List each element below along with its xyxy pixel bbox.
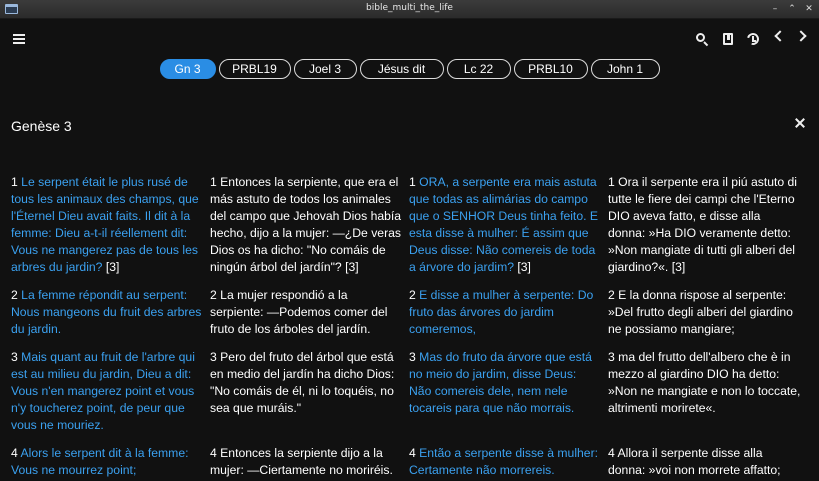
- cross-reference-link[interactable]: [3]: [672, 260, 686, 274]
- verse-grid: 1 Le serpent était le plus rusé de tous …: [11, 174, 811, 481]
- tab-lc-22[interactable]: Lc 22: [446, 59, 511, 79]
- maximize-icon[interactable]: ⌃: [788, 3, 796, 15]
- verse-number: 1: [409, 175, 416, 189]
- window-titlebar[interactable]: bible_multi_the_life – ⌃ ✕: [0, 0, 819, 19]
- cross-reference-link[interactable]: [3]: [106, 260, 120, 274]
- verse-text: Mas do fruto da árvore que está no meio …: [409, 350, 592, 415]
- verse-text: Entonces la serpiente, que era el más as…: [210, 175, 402, 274]
- verse-cell[interactable]: 4 Entonces la serpiente dijo a la mujer:…: [210, 445, 409, 479]
- verse-number: 4: [409, 446, 416, 460]
- verse-number: 3: [608, 350, 615, 364]
- verse-text: Ora il serpente era il piú astuto di tut…: [608, 175, 798, 274]
- verse-text: Allora il serpente disse alla donna: »vo…: [608, 446, 781, 477]
- verse-cell[interactable]: 3 Mais quant au fruit de l'arbre qui est…: [11, 349, 210, 434]
- verse-text: Pero del fruto del árbol que está en med…: [210, 350, 395, 415]
- chevron-left-icon[interactable]: [774, 30, 786, 42]
- minimize-icon[interactable]: –: [771, 3, 779, 15]
- verse-cell[interactable]: 2 E disse a mulher à serpente: Do fruto …: [409, 287, 608, 338]
- verse-number: 2: [11, 288, 18, 302]
- verse-cell[interactable]: 2 E la donna rispose al serpente: »Del f…: [608, 287, 807, 338]
- verse-text: ORA, a serpente era mais astuta que toda…: [409, 175, 599, 274]
- search-icon[interactable]: [693, 29, 713, 49]
- verse-number: 1: [210, 175, 217, 189]
- verse-number: 2: [409, 288, 416, 302]
- verse-text: ma del frutto dell'albero che è in mezzo…: [608, 350, 801, 415]
- verse-number: 4: [210, 446, 217, 460]
- app-toolbar: [0, 19, 819, 59]
- close-window-icon[interactable]: ✕: [805, 3, 813, 15]
- verse-row: 1 Le serpent était le plus rusé de tous …: [11, 174, 811, 276]
- verse-text: E la donna rispose al serpente: »Del fru…: [608, 288, 793, 336]
- verse-cell[interactable]: 3 Mas do fruto da árvore que está no mei…: [409, 349, 608, 434]
- verse-number: 3: [11, 350, 18, 364]
- verse-cell[interactable]: 4 Allora il serpente disse alla donna: »…: [608, 445, 807, 479]
- verse-text: Mais quant au fruit de l'arbre qui est a…: [11, 350, 195, 432]
- verse-text: Le serpent était le plus rusé de tous le…: [11, 175, 199, 274]
- window-controls: – ⌃ ✕: [771, 3, 813, 15]
- verse-text: La mujer respondió a la serpiente: —Pode…: [210, 288, 388, 336]
- verse-text: Entonces la serpiente dijo a la mujer: —…: [210, 446, 393, 477]
- tab-prbl19[interactable]: PRBL19: [218, 59, 291, 79]
- chapter-title: Genèse 3: [11, 118, 72, 134]
- tab-gn-3[interactable]: Gn 3: [159, 59, 216, 79]
- cross-reference-link[interactable]: [3]: [345, 260, 359, 274]
- verse-number: 1: [11, 175, 18, 189]
- verse-cell[interactable]: 1 Le serpent était le plus rusé de tous …: [11, 174, 210, 276]
- verse-cell[interactable]: 1 Entonces la serpiente, que era el más …: [210, 174, 409, 276]
- chevron-right-icon[interactable]: [795, 30, 807, 42]
- bookmark-icon[interactable]: [718, 29, 738, 49]
- passage-tabs: Gn 3 PRBL19 Joel 3 Jésus dit Lc 22 PRBL1…: [0, 59, 819, 81]
- verse-cell[interactable]: 3 Pero del fruto del árbol que está en m…: [210, 349, 409, 434]
- tab-john-1[interactable]: John 1: [590, 59, 660, 79]
- verse-number: 1: [608, 175, 615, 189]
- window-title: bible_multi_the_life: [366, 3, 453, 13]
- verse-cell[interactable]: 4 Então a serpente disse à mulher: Certa…: [409, 445, 608, 479]
- verse-number: 3: [210, 350, 217, 364]
- verse-text: Então a serpente disse à mulher: Certame…: [409, 446, 599, 477]
- verse-cell[interactable]: 2 La mujer respondió a la serpiente: —Po…: [210, 287, 409, 338]
- verse-number: 4: [11, 446, 18, 460]
- verse-row: 3 Mais quant au fruit de l'arbre qui est…: [11, 349, 811, 434]
- tab-jesus-dit[interactable]: Jésus dit: [359, 59, 444, 79]
- verse-number: 4: [608, 446, 615, 460]
- tab-joel-3[interactable]: Joel 3: [293, 59, 357, 79]
- verse-text: Alors le serpent dit à la femme: Vous ne…: [11, 446, 189, 477]
- history-icon[interactable]: [743, 29, 763, 49]
- verse-text: E disse a mulher à serpente: Do fruto da…: [409, 288, 594, 336]
- menu-icon[interactable]: [13, 34, 25, 44]
- tab-prbl10[interactable]: PRBL10: [513, 59, 588, 79]
- verse-row: 4 Alors le serpent dit à la femme: Vous …: [11, 445, 811, 479]
- verse-text: La femme répondit au serpent: Nous mange…: [11, 288, 202, 336]
- verse-cell[interactable]: 4 Alors le serpent dit à la femme: Vous …: [11, 445, 210, 479]
- verse-number: 2: [608, 288, 615, 302]
- verse-number: 2: [210, 288, 217, 302]
- verse-cell[interactable]: 2 La femme répondit au serpent: Nous man…: [11, 287, 210, 338]
- verse-number: 3: [409, 350, 416, 364]
- verse-cell[interactable]: 1 ORA, a serpente era mais astuta que to…: [409, 174, 608, 276]
- verse-cell[interactable]: 3 ma del frutto dell'albero che è in mez…: [608, 349, 807, 434]
- cross-reference-link[interactable]: [3]: [517, 260, 531, 274]
- verse-row: 2 La femme répondit au serpent: Nous man…: [11, 287, 811, 338]
- verse-cell[interactable]: 1 Ora il serpente era il piú astuto di t…: [608, 174, 807, 276]
- close-icon[interactable]: [793, 116, 807, 130]
